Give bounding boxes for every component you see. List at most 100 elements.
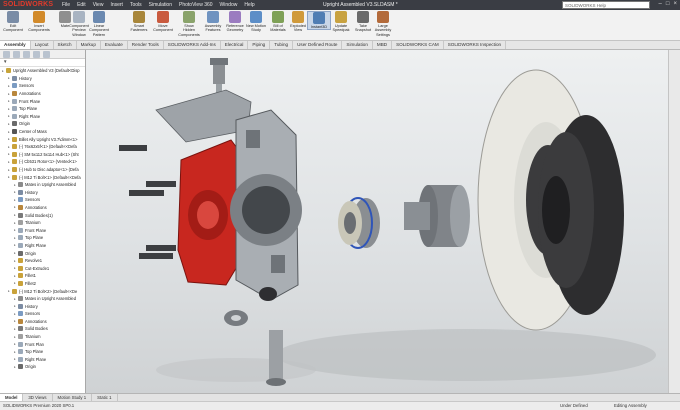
ribbon-button-label: Update Speedpak xyxy=(332,24,350,33)
tab-user-defined-route[interactable]: User Defined Route xyxy=(293,41,343,49)
tab-solidworks-inspection[interactable]: SOLIDWORKS Inspection xyxy=(444,41,507,49)
tree-item[interactable]: ▸ (-) SM 5x112 5x114 Hub<1> (Sht xyxy=(0,151,85,159)
tree-item[interactable]: ▸ Right Plane xyxy=(0,242,85,250)
ribbon-button-take-snapshot[interactable]: Take Snapshot xyxy=(352,11,374,33)
tab-sketch[interactable]: Sketch xyxy=(54,41,77,49)
tree-item[interactable]: ▸ Annotations xyxy=(0,90,85,98)
tab-solidworks-cam[interactable]: SOLIDWORKS CAM xyxy=(392,41,444,49)
tree-item[interactable]: ▸ (-) 76x62x5f<1> (Default<<Defa xyxy=(0,143,85,151)
tree-item-label: Sensors xyxy=(25,311,41,317)
tab-electrical[interactable]: Electrical xyxy=(221,41,249,49)
tab-mbd[interactable]: MBD xyxy=(373,41,393,49)
display-manager-icon[interactable] xyxy=(43,51,50,58)
tab-assembly[interactable]: Assembly xyxy=(0,41,31,49)
tree-item[interactable]: ▸ Right Plane xyxy=(0,356,85,364)
tree-filter[interactable]: ▼ xyxy=(0,59,85,67)
ribbon-button-label: Linear Component Pattern xyxy=(89,24,109,37)
tree-item[interactable]: ▸ Cut-Extrude1 xyxy=(0,264,85,272)
ribbon-button-label: New Motion Study xyxy=(245,24,267,33)
tree-item[interactable]: ▸ Titanium xyxy=(0,219,85,227)
configuration-manager-icon[interactable] xyxy=(23,51,30,58)
ribbon-button-move-component[interactable]: Move Component xyxy=(152,11,174,33)
ribbon-button-smart-fasteners[interactable]: Smart Fasteners xyxy=(128,11,150,33)
ribbon-button-bill-of-materials[interactable]: Bill of Materials xyxy=(267,11,289,33)
tree-item[interactable]: ▸ Right Plane xyxy=(0,113,85,121)
tree-item[interactable]: ▸ Front Plane xyxy=(0,97,85,105)
tree-item[interactable]: ▸ History xyxy=(0,75,85,83)
menu-insert[interactable]: Insert xyxy=(110,2,123,8)
ribbon-button-exploded-view[interactable]: Exploded View xyxy=(287,11,309,33)
tree-item[interactable]: ▸ (-) M12 Ti Bolt<2> (Default<<De xyxy=(0,287,85,295)
tree-item[interactable]: ▸ Sensors xyxy=(0,310,85,318)
ribbon-button-insert-components[interactable]: Insert Components xyxy=(28,11,50,33)
ribbon-button-preview-window[interactable]: Component Preview Window xyxy=(68,11,90,37)
menu-help[interactable]: Help xyxy=(244,2,254,8)
tree-item[interactable]: ▸ Top Plane xyxy=(0,234,85,242)
tree-item[interactable]: ▸ Center of Mass xyxy=(0,128,85,136)
minimize-icon[interactable]: – xyxy=(659,1,662,7)
ribbon-button-large-assembly[interactable]: Large Assembly Settings xyxy=(372,11,394,37)
tree-item[interactable]: ▸ Mates in Upright Assembled xyxy=(0,295,85,303)
tab-evaluate[interactable]: Evaluate xyxy=(101,41,128,49)
dimxpert-icon[interactable] xyxy=(33,51,40,58)
tree-item[interactable]: ▸ Upright Assembled V3 (Default<Disp xyxy=(0,67,85,75)
ribbon-button-linear-pattern[interactable]: Linear Component Pattern xyxy=(88,11,110,37)
tree-item[interactable]: ▸ History xyxy=(0,189,85,197)
status-mode: Editing Assembly xyxy=(614,403,647,408)
ribbon-button-edit-component[interactable]: Edit Component xyxy=(2,11,24,33)
graphics-viewport[interactable] xyxy=(86,50,668,393)
tree-item[interactable]: ▸ Annotations xyxy=(0,204,85,212)
tree-item[interactable]: ▸ Origin xyxy=(0,363,85,371)
maximize-icon[interactable]: □ xyxy=(666,1,670,7)
property-manager-icon[interactable] xyxy=(13,51,20,58)
tab-piping[interactable]: Piping xyxy=(248,41,271,49)
plane-icon xyxy=(12,113,17,119)
tree-item[interactable]: ▸ Origin xyxy=(0,249,85,257)
ribbon-button-update-speedpak[interactable]: Update Speedpak xyxy=(330,11,352,33)
tree-item[interactable]: ▸ Front Plane xyxy=(0,226,85,234)
tree-item[interactable]: ▸ Top Plane xyxy=(0,105,85,113)
tab-tubing[interactable]: Tubing xyxy=(270,41,294,49)
menu-photoview[interactable]: PhotoView 360 xyxy=(179,2,213,8)
ribbon-button-motion-study[interactable]: New Motion Study xyxy=(245,11,267,33)
tree-item[interactable]: ▸ Fillet2 xyxy=(0,280,85,288)
ribbon-button-reference-geometry[interactable]: Reference Geometry xyxy=(224,11,246,33)
menu-window[interactable]: Window xyxy=(220,2,238,8)
tree-item[interactable]: ▸ Origin xyxy=(0,120,85,128)
tree-item[interactable]: ▸ Front Plan xyxy=(0,340,85,348)
tree-item[interactable]: ▸ Solid Bodies xyxy=(0,325,85,333)
tree-item-label: Top Plane xyxy=(25,235,44,241)
tree-item[interactable]: ▸ Revolve1 xyxy=(0,257,85,265)
tree-item[interactable]: ▸ Sensors xyxy=(0,196,85,204)
tree-item[interactable]: ▸ History xyxy=(0,302,85,310)
ribbon-button-show-hidden[interactable]: Show Hidden Components xyxy=(178,11,200,37)
tree-item[interactable]: ▸ Mates in Upright Assembled xyxy=(0,181,85,189)
menu-view[interactable]: View xyxy=(93,2,104,8)
tree-item[interactable]: ▸ (-) M12 Ti Bolt<1> (Default<<Defa xyxy=(0,173,85,181)
tree-item[interactable]: ▸ Billet Ally Upright V3.7\dimm<1> xyxy=(0,135,85,143)
tab-render-tools[interactable]: Render Tools xyxy=(128,41,164,49)
tab-solidworks-add-ins[interactable]: SOLIDWORKS Add-Ins xyxy=(164,41,221,49)
tree-item[interactable]: ▸ Solid Bodies(1) xyxy=(0,211,85,219)
ribbon-button-instant3d[interactable]: Instant3D xyxy=(307,11,331,31)
menu-edit[interactable]: Edit xyxy=(77,2,86,8)
tab-simulation[interactable]: Simulation xyxy=(342,41,373,49)
tree-item[interactable]: ▸ Sensors xyxy=(0,82,85,90)
tree-item[interactable]: ▸ Annotations xyxy=(0,318,85,326)
task-pane-strip[interactable] xyxy=(668,50,680,393)
feature-tree-icon[interactable] xyxy=(3,51,10,58)
tree-item[interactable]: ▸ Fillet1 xyxy=(0,272,85,280)
command-manager-tabs: Assembly Layout Sketch Markup Evaluate Render… xyxy=(0,41,680,50)
tab-markup[interactable]: Markup xyxy=(77,41,101,49)
tree-item[interactable]: ▸ (-) Cb531 Rotor<1> (Vented<1> xyxy=(0,158,85,166)
ribbon-button-assembly-features[interactable]: Assembly Features xyxy=(202,11,224,33)
menu-file[interactable]: File xyxy=(62,2,70,8)
tab-layout[interactable]: Layout xyxy=(31,41,54,49)
tree-item[interactable]: ▸ Top Plane xyxy=(0,348,85,356)
tree-item[interactable]: ▸ (-) Hub to Disc adaptor<1> (Defa xyxy=(0,166,85,174)
menu-tools[interactable]: Tools xyxy=(130,2,142,8)
search-input[interactable]: SOLIDWORKS Help xyxy=(562,1,650,9)
tree-item[interactable]: ▸ Titanium xyxy=(0,333,85,341)
menu-simulation[interactable]: Simulation xyxy=(149,2,172,8)
close-icon[interactable]: × xyxy=(673,1,677,7)
